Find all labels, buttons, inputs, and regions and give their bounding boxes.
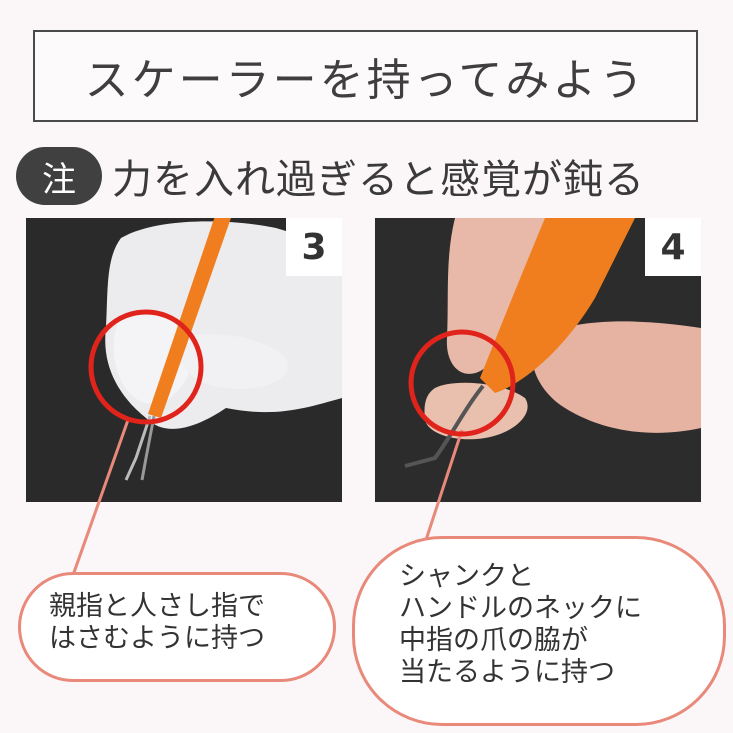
warning-text: 力を入れ過ぎると感覚が鈍る bbox=[112, 157, 645, 203]
photo-step-4: 4 bbox=[375, 218, 701, 502]
caption-bubble-3: 親指と人さし指で はさむように持つ bbox=[18, 572, 336, 682]
caption-line: 親指と人さし指で bbox=[49, 591, 265, 622]
title-box: スケーラーを持ってみよう bbox=[33, 30, 698, 122]
warning-badge: 注 bbox=[16, 147, 102, 205]
step-number-4: 4 bbox=[645, 218, 701, 276]
step-number-3: 3 bbox=[286, 218, 342, 276]
caption-bubble-4: シャンクと ハンドルのネックに 中指の爪の脇が 当たるように持つ bbox=[352, 536, 726, 726]
page-title: スケーラーを持ってみよう bbox=[84, 55, 647, 106]
caption-line: はさむように持つ bbox=[49, 623, 265, 654]
caption-line: シャンクと bbox=[399, 561, 534, 592]
photo-step-3: 3 bbox=[26, 218, 342, 502]
caption-line: 当たるように持つ bbox=[399, 657, 615, 688]
caption-line: ハンドルのネックに bbox=[399, 593, 642, 624]
caption-line: 中指の爪の脇が bbox=[399, 625, 588, 656]
warning-row: 注 力を入れ過ぎると感覚が鈍る bbox=[16, 146, 645, 206]
